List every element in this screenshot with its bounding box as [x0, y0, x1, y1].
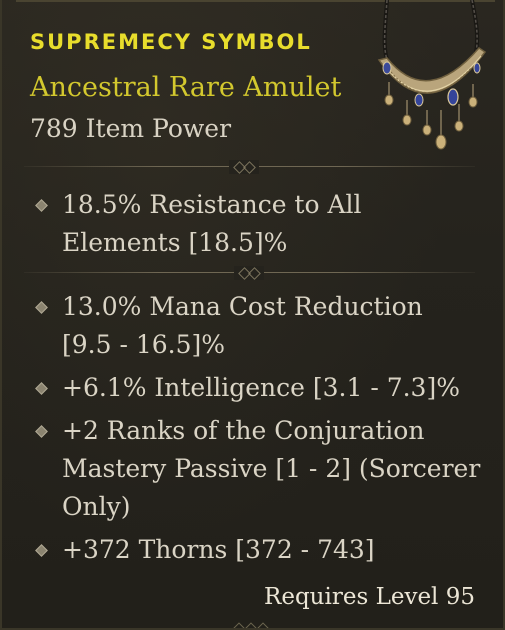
section-divider [24, 266, 475, 280]
diamond-bullet-icon [35, 382, 48, 395]
affix-line: Only) [62, 492, 131, 521]
affix-line: Elements [18.5]% [62, 228, 288, 257]
affix-line: [9.5 - 16.5]% [62, 330, 226, 359]
diamond-bullet-icon [35, 544, 48, 557]
bottom-ornament [227, 622, 272, 628]
level-requirement: Requires Level 95 [264, 584, 475, 610]
affix-line: +6.1% Intelligence [3.1 - 7.3]% [62, 373, 460, 402]
affix-thorns: +372 Thorns [372 - 743] [62, 531, 482, 569]
affix-intelligence: +6.1% Intelligence [3.1 - 7.3]% [62, 369, 482, 407]
diamond-bullet-icon [35, 301, 48, 314]
item-tooltip: SUPREMECY SYMBOL Ancestral Rare Amulet 7… [0, 0, 505, 630]
amulet-icon [377, 0, 487, 150]
implicit-affix: 18.5% Resistance to All Elements [18.5]% [62, 186, 482, 262]
affix-mana-cost-reduction: 13.0% Mana Cost Reduction [9.5 - 16.5]% [62, 288, 482, 364]
affix-line: 13.0% Mana Cost Reduction [62, 292, 423, 321]
affix-line: Mastery Passive [1 - 2] (Sorcerer [62, 454, 481, 483]
diamond-bullet-icon [35, 425, 48, 438]
affix-line: +2 Ranks of the Conjuration [62, 416, 425, 445]
item-power: 789 Item Power [30, 114, 232, 143]
item-type: Ancestral Rare Amulet [30, 72, 342, 103]
affix-line: 18.5% Resistance to All [62, 190, 362, 219]
affix-line: +372 Thorns [372 - 743] [62, 535, 375, 564]
section-divider [24, 160, 475, 174]
affix-conjuration-mastery: +2 Ranks of the Conjuration Mastery Pass… [62, 412, 482, 526]
diamond-bullet-icon [35, 199, 48, 212]
item-name: SUPREMECY SYMBOL [30, 30, 312, 54]
